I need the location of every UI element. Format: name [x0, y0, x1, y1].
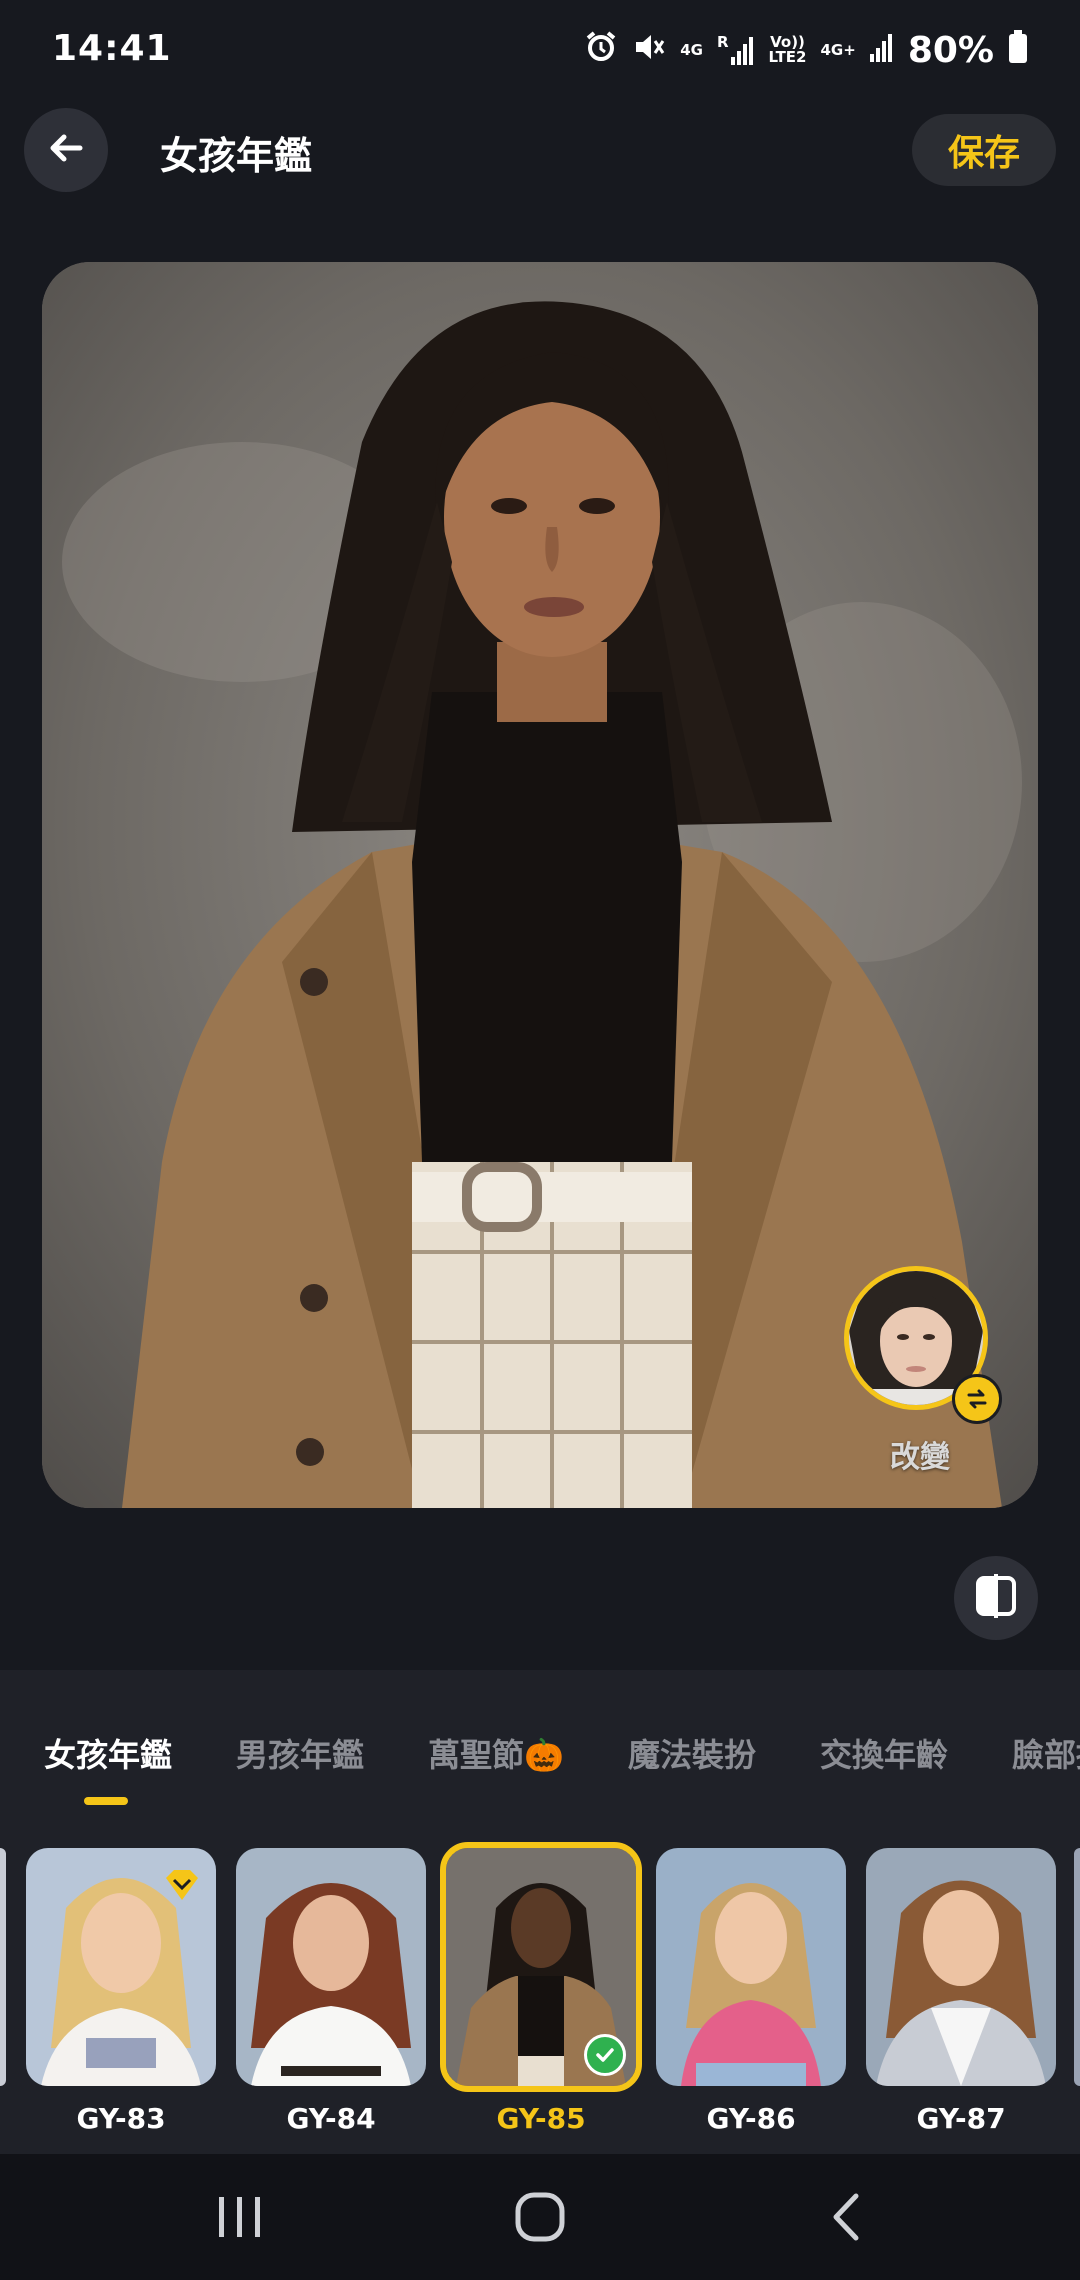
compare-button[interactable] [954, 1556, 1038, 1640]
active-tab-indicator [84, 1797, 128, 1805]
network-4g-label: 4G [680, 40, 703, 59]
status-icons: 4G R Vo)) LTE2 4G+ 80% [584, 28, 1028, 72]
back-button[interactable] [24, 108, 108, 192]
tab-magic-dressup[interactable]: 魔法裝扮 [628, 1730, 756, 1776]
style-card-partial-right[interactable] [1074, 1848, 1080, 2086]
signal-2-icon [869, 32, 894, 68]
battery-percent: 80% [907, 29, 994, 71]
style-card-gy-85[interactable] [440, 1842, 642, 2092]
style-label-gy-83: GY-83 [76, 2102, 166, 2135]
recent-apps-button[interactable] [210, 2194, 270, 2244]
recent-apps-icon [215, 2195, 265, 2243]
network-4g-plus-label: 4G+ [820, 40, 856, 59]
category-tabs: 女孩年鑑 男孩年鑑 萬聖節🎃 魔法裝扮 交換年齡 臉部換 [0, 1730, 1080, 1790]
tab-boy-yearbook[interactable]: 男孩年鑑 [236, 1730, 364, 1776]
page-title: 女孩年鑑 [160, 134, 313, 178]
style-label-gy-84: GY-84 [286, 2102, 376, 2135]
battery-icon [1008, 30, 1028, 70]
swap-arrows-icon [952, 1374, 1002, 1424]
arrow-left-icon [46, 128, 86, 172]
volte-icon: Vo)) LTE2 [769, 35, 807, 65]
diamond-crown-icon [162, 1864, 202, 1904]
style-label-gy-85: GY-85 [496, 2102, 586, 2135]
home-icon [514, 2191, 566, 2247]
roaming-label: R [716, 33, 729, 51]
tab-face-swap[interactable]: 臉部換 [1012, 1730, 1080, 1776]
tab-age-swap[interactable]: 交換年齡 [820, 1730, 948, 1776]
home-button[interactable] [510, 2191, 570, 2247]
save-button[interactable]: 保存 [912, 114, 1056, 186]
status-time: 14:41 [52, 28, 172, 69]
selected-check-icon [584, 2034, 626, 2076]
mute-icon [632, 30, 666, 70]
face-swap-button[interactable] [844, 1266, 1002, 1424]
tab-halloween[interactable]: 萬聖節🎃 [428, 1730, 564, 1776]
tab-girl-yearbook[interactable]: 女孩年鑑 [44, 1730, 172, 1776]
alarm-icon [584, 30, 618, 70]
chevron-left-icon [826, 2192, 866, 2246]
style-card-partial-left[interactable] [0, 1848, 6, 2086]
face-swap-label: 改變 [890, 1440, 950, 1475]
style-label-gy-86: GY-86 [706, 2102, 796, 2135]
status-bar: 14:41 4G R Vo)) LTE2 4G+ 80% [0, 0, 1080, 100]
style-card-gy-84[interactable] [236, 1848, 426, 2086]
volte-bottom-label: LTE2 [768, 48, 807, 66]
style-label-gy-87: GY-87 [916, 2102, 1006, 2135]
style-card-gy-83[interactable] [26, 1848, 216, 2086]
style-card-gy-87[interactable] [866, 1848, 1056, 2086]
style-card-gy-86[interactable] [656, 1848, 846, 2086]
signal-icon: R [717, 35, 755, 65]
compare-split-icon [972, 1572, 1020, 1624]
system-nav-bar [0, 2154, 1080, 2280]
system-back-button[interactable] [816, 2192, 876, 2246]
